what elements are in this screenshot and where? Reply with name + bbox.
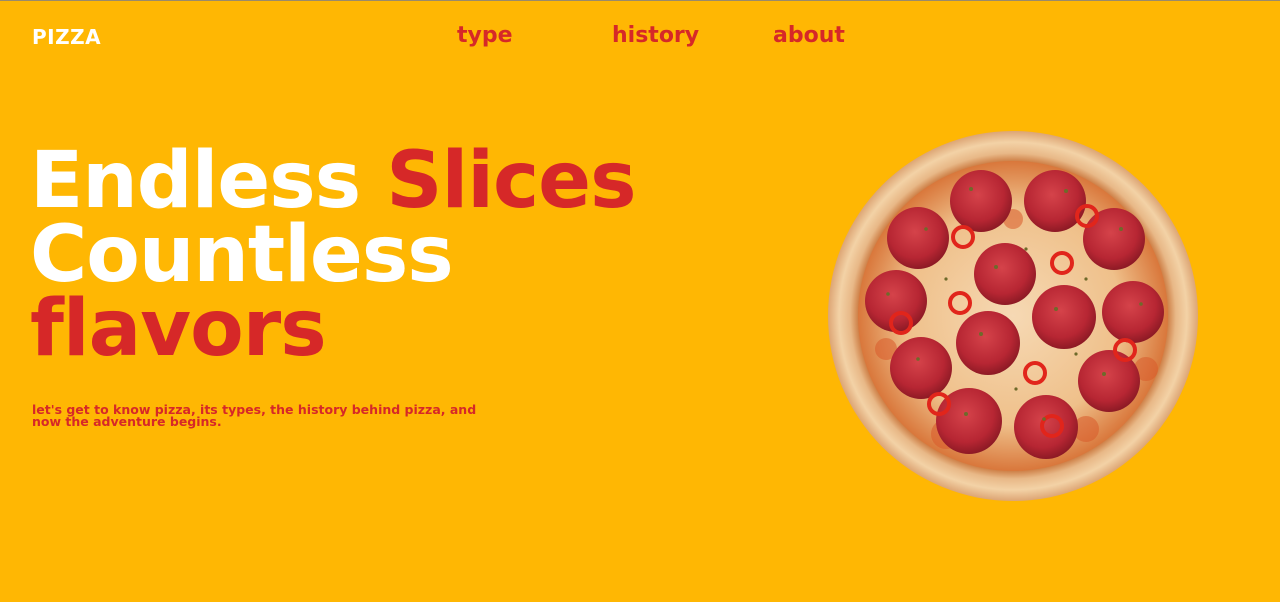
pepperoni-pizza-image [828, 131, 1198, 501]
hero-title-line-1: Endless Slices [30, 142, 637, 220]
nav-link-type[interactable]: type [457, 23, 513, 48]
nav-link-history[interactable]: history [612, 23, 699, 48]
nav-link-about[interactable]: about [773, 23, 845, 48]
hero-title: Endless Slices Countless flavors [30, 142, 637, 374]
main-nav: type history about [0, 23, 1280, 53]
hero-title-line-3: flavors [30, 284, 327, 374]
hero-title-line-2: Countless [30, 210, 454, 300]
hero-description: let's get to know pizza, its types, the … [32, 402, 477, 429]
